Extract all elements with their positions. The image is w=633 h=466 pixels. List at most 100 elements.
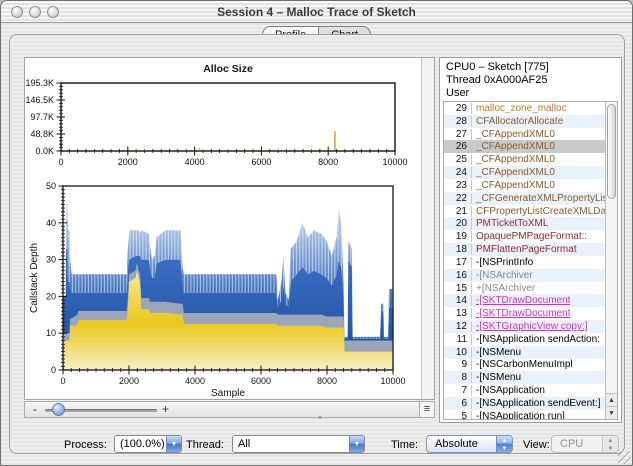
svg-text:10000: 10000	[382, 157, 407, 167]
view-popup[interactable]: CPU ▲ ▼	[551, 435, 619, 453]
list-item[interactable]: 13 -[SKTDrawDocument	[444, 307, 605, 320]
list-item[interactable]: 26 _CFAppendXML0	[444, 140, 605, 154]
list-item[interactable]: 23 _CFAppendXML0	[444, 179, 605, 192]
svg-text:97.7K: 97.7K	[30, 112, 54, 122]
frame-symbol: -[SKTDrawDocument	[476, 295, 571, 307]
vertical-scrollbar-track[interactable]	[421, 58, 434, 399]
svg-text:30: 30	[46, 255, 56, 265]
svg-text:2000: 2000	[118, 157, 138, 167]
scrollbar-thumb[interactable]	[607, 104, 616, 199]
scroll-down-icon[interactable]: ▼	[606, 406, 617, 419]
svg-text:4000: 4000	[185, 376, 205, 386]
list-item[interactable]: 27 _CFAppendXML0	[444, 128, 605, 141]
list-item[interactable]: 11 -[NSApplication sendAction:	[444, 333, 605, 346]
zoom-out-button[interactable]: -	[33, 402, 37, 417]
svg-text:195.3K: 195.3K	[25, 78, 54, 88]
frame-symbol: -[NSMenu	[476, 372, 522, 384]
list-item[interactable]: 12 -[SKTGraphicView copy:]	[444, 320, 605, 333]
zoom-slider-knob[interactable]	[52, 403, 65, 416]
list-item[interactable]: 24 _CFAppendXML0	[444, 166, 605, 179]
list-item[interactable]: 6 -[NSApplication sendEvent:]	[444, 397, 605, 410]
frame-symbol: -[SKTGraphicView copy:]	[476, 320, 588, 332]
list-item[interactable]: 28 CFAllocatorAllocate	[444, 114, 605, 128]
list-item[interactable]: 7 -[NSApplication	[444, 384, 605, 397]
list-item[interactable]: 5 -[NSApplication run]	[444, 410, 605, 419]
frame-symbol: -[SKTDrawDocument	[476, 308, 571, 320]
zoom-scroll-strip: - + ≡	[24, 401, 435, 418]
list-scrollbar[interactable]: ▲ ▼	[605, 102, 617, 419]
svg-text:8000: 8000	[318, 157, 338, 167]
dropdown-arrow-icon[interactable]: ▼	[166, 436, 181, 452]
frame-symbol: -[NSArchiver	[476, 269, 533, 281]
zoom-in-button[interactable]: +	[162, 402, 169, 417]
svg-text:48.8K: 48.8K	[30, 129, 54, 139]
list-item[interactable]: 15 +[NSArchiver	[444, 282, 605, 295]
frame-index: 5	[444, 410, 472, 419]
thread-combo[interactable]: All ▼	[232, 435, 365, 453]
list-item[interactable]: 17 -[NSPrintInfo	[444, 256, 605, 269]
frame-symbol: _CFAppendXML0	[476, 167, 555, 179]
process-label: Process:	[64, 439, 107, 451]
callstack-header: CPU0 – Sketch [775] Thread 0xA000AF25 Us…	[440, 58, 621, 100]
frame-index: 22	[444, 192, 472, 204]
frame-index: 25	[444, 154, 472, 166]
stepper-arrows-icon[interactable]: ▲ ▼	[602, 436, 618, 452]
frame-index: 20	[444, 218, 472, 230]
svg-text:0: 0	[51, 365, 56, 375]
frame-index: 16	[444, 269, 472, 281]
frame-index: 17	[444, 256, 472, 268]
dropdown-arrow-icon[interactable]: ▼	[349, 436, 364, 452]
svg-text:Callstack Depth: Callstack Depth	[29, 243, 40, 313]
callstack-header-line: User	[446, 87, 470, 99]
alloc-size-chart[interactable]: Alloc Size 0.0K 48.8K 97.7K 146.5K 195.3K 0 200…	[25, 58, 421, 175]
list-item[interactable]: 22 _CFGenerateXMLPropertyListT	[444, 191, 605, 205]
list-item[interactable]: 20 PMTicketToXML	[444, 217, 605, 231]
list-item[interactable]: 16 -[NSArchiver	[444, 268, 605, 282]
frame-index: 19	[444, 231, 472, 243]
list-item[interactable]: 9 -[NSCarbonMenuImpl	[444, 359, 605, 372]
list-item[interactable]: 10 -[NSMenu	[444, 345, 605, 359]
frame-index: 7	[444, 385, 472, 397]
list-item[interactable]: 8 -[NSMenu	[444, 371, 605, 385]
list-item[interactable]: 19 OpaquePMPageFormat::	[444, 230, 605, 243]
frame-index: 13	[444, 308, 472, 320]
view-label: View:	[523, 439, 550, 451]
thread-label: Thread:	[186, 439, 224, 451]
frame-symbol: _CFAppendXML0	[476, 128, 555, 140]
app-window: Session 4 – Malloc Trace of Sketch Profi…	[0, 0, 633, 466]
svg-text:50: 50	[46, 181, 56, 191]
frame-index: 29	[444, 102, 472, 114]
list-item[interactable]: 21 CFPropertyListCreateXMLData	[444, 205, 605, 218]
svg-text:2000: 2000	[119, 376, 139, 386]
stepper-arrows-icon[interactable]: ▲ ▼	[496, 436, 512, 452]
frame-symbol: -[NSApplication	[476, 385, 545, 397]
svg-text:0: 0	[58, 157, 63, 167]
callstack-depth-chart[interactable]: 0 10 20 30 40 50 Callstack Depth 0 2000 4000 6000 8…	[25, 175, 421, 401]
svg-text:0: 0	[60, 376, 65, 386]
resize-grip-icon[interactable]	[618, 451, 631, 464]
splitter-handle-icon[interactable]: ^	[313, 416, 327, 424]
frame-symbol: PMTicketToXML	[476, 218, 549, 230]
scroll-up-icon[interactable]: ▲	[606, 393, 617, 406]
list-item[interactable]: 14 -[SKTDrawDocument	[444, 294, 605, 308]
title-bar[interactable]: Session 4 – Malloc Trace of Sketch	[1, 1, 632, 23]
list-item[interactable]: 25 _CFAppendXML0	[444, 153, 605, 166]
callstack-pane: CPU0 – Sketch [775] Thread 0xA000AF25 Us…	[439, 57, 622, 423]
process-combo[interactable]: (100.0%) Sketch [775] ▼	[114, 435, 182, 453]
frame-symbol: _CFAppendXML0	[476, 154, 555, 166]
list-item[interactable]: 18 PMFlattenPageFormat	[444, 243, 605, 256]
frame-symbol: OpaquePMPageFormat::	[476, 231, 588, 243]
time-popup[interactable]: Absolute ▲ ▼	[426, 435, 513, 453]
frame-symbol: -[NSApplication run]	[476, 410, 565, 419]
frame-index: 14	[444, 295, 472, 307]
process-value: (100.0%) Sketch [775]	[120, 438, 165, 450]
frame-index: 12	[444, 320, 472, 332]
frame-index: 8	[444, 372, 472, 384]
frame-index: 11	[444, 333, 472, 345]
frame-index: 23	[444, 179, 472, 191]
grid-icon[interactable]: ≡	[419, 402, 434, 417]
frame-index: 6	[444, 397, 472, 409]
svg-text:40: 40	[46, 218, 56, 228]
list-item[interactable]: 29 malloc_zone_malloc	[444, 102, 605, 115]
frame-index: 9	[444, 359, 472, 371]
